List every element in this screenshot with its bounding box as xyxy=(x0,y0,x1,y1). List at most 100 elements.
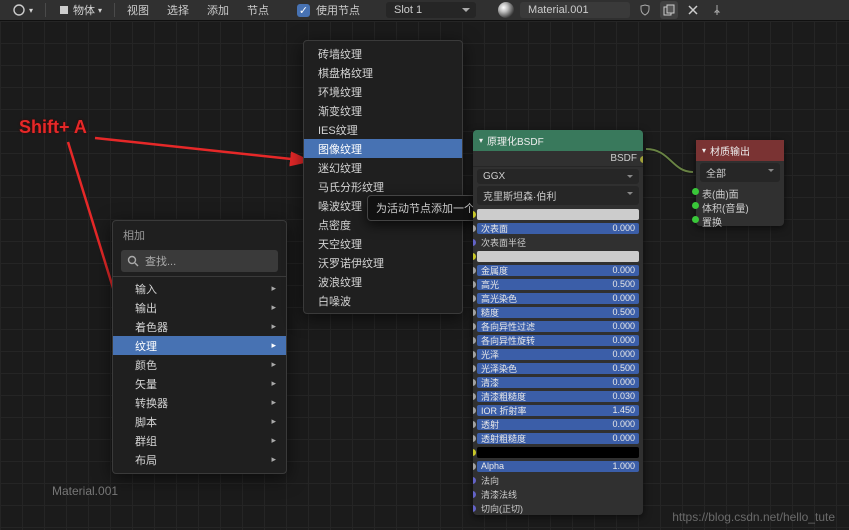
texture-menu-item[interactable]: 砖墙纹理 xyxy=(304,44,462,63)
node-input-row[interactable] xyxy=(473,207,643,221)
texture-menu-item[interactable]: 图像纹理 xyxy=(304,139,462,158)
node-input-row[interactable]: 各向异性旋转0.000 xyxy=(473,333,643,347)
node-input-row[interactable]: 清漆法线 xyxy=(473,487,643,501)
object-mode-dropdown[interactable]: 物体 ▾ xyxy=(52,1,108,19)
texture-menu-item[interactable]: IES纹理 xyxy=(304,120,462,139)
socket-dot[interactable] xyxy=(473,449,476,456)
node-output-socket[interactable]: BSDF xyxy=(473,151,643,167)
add-menu-item[interactable]: 脚本▸ xyxy=(113,412,286,431)
material-name-field[interactable]: Material.001 xyxy=(520,2,630,18)
add-menu-item[interactable]: 布局▸ xyxy=(113,450,286,469)
texture-menu-item[interactable]: 沃罗诺伊纹理 xyxy=(304,253,462,272)
node-input-row[interactable]: 高光0.500 xyxy=(473,277,643,291)
socket-dot[interactable] xyxy=(692,216,699,223)
value-slider[interactable]: 次表面0.000 xyxy=(477,223,639,234)
node-input-row[interactable]: 清漆0.000 xyxy=(473,375,643,389)
fake-user-button[interactable] xyxy=(636,1,654,19)
node-input-row[interactable]: 次表面0.000 xyxy=(473,221,643,235)
output-target-dropdown[interactable]: 全部 xyxy=(700,163,780,182)
socket-dot[interactable] xyxy=(692,188,699,195)
unlink-material-button[interactable] xyxy=(684,1,702,19)
node-input-row[interactable]: 光泽0.000 xyxy=(473,347,643,361)
value-slider[interactable]: 高光0.500 xyxy=(477,279,639,290)
texture-menu-item[interactable]: 迷幻纹理 xyxy=(304,158,462,177)
menu-add[interactable]: 添加 xyxy=(201,1,235,19)
texture-menu-item[interactable]: 白噪波 xyxy=(304,291,462,310)
socket-dot[interactable] xyxy=(473,365,476,372)
socket-dot[interactable] xyxy=(473,281,476,288)
add-menu-item[interactable]: 着色器▸ xyxy=(113,317,286,336)
texture-menu-item[interactable]: 天空纹理 xyxy=(304,234,462,253)
socket-dot[interactable] xyxy=(473,253,476,260)
texture-menu-item[interactable]: 波浪纹理 xyxy=(304,272,462,291)
value-slider[interactable]: 清漆0.000 xyxy=(477,377,639,388)
node-input-row[interactable]: 次表面半径 xyxy=(473,235,643,249)
value-slider[interactable]: IOR 折射率1.450 xyxy=(477,405,639,416)
socket-dot[interactable] xyxy=(473,491,476,498)
menu-select[interactable]: 选择 xyxy=(161,1,195,19)
node-input-row[interactable]: 高光染色0.000 xyxy=(473,291,643,305)
value-slider[interactable]: 高光染色0.000 xyxy=(477,293,639,304)
editor-type-dropdown[interactable]: ▾ xyxy=(6,2,39,18)
texture-menu-item[interactable]: 棋盘格纹理 xyxy=(304,63,462,82)
add-menu-item[interactable]: 颜色▸ xyxy=(113,355,286,374)
node-input-row[interactable]: 各向异性过滤0.000 xyxy=(473,319,643,333)
add-menu-item[interactable]: 输出▸ xyxy=(113,298,286,317)
node-input-row[interactable]: 置换 xyxy=(696,212,784,226)
node-input-row[interactable] xyxy=(473,249,643,263)
socket-dot[interactable] xyxy=(473,295,476,302)
value-slider[interactable]: 各向异性过滤0.000 xyxy=(477,321,639,332)
node-input-row[interactable]: 表(曲)面 xyxy=(696,184,784,198)
material-preview-icon[interactable] xyxy=(498,2,514,18)
socket-dot[interactable] xyxy=(473,379,476,386)
node-material-output[interactable]: ▾ 材质输出 全部 表(曲)面体积(音量)置换 xyxy=(696,140,784,226)
color-swatch[interactable] xyxy=(477,447,639,458)
socket-dot[interactable] xyxy=(473,421,476,428)
node-principled-bsdf[interactable]: ▾ 原理化BSDF BSDF GGX 克里斯坦森·伯利 次表面0.000次表面半… xyxy=(473,130,643,515)
add-menu-item[interactable]: 纹理▸ xyxy=(113,336,286,355)
socket-dot[interactable] xyxy=(473,407,476,414)
socket-dot[interactable] xyxy=(473,477,476,484)
node-input-row[interactable]: 体积(音量) xyxy=(696,198,784,212)
value-slider[interactable]: 光泽染色0.500 xyxy=(477,363,639,374)
socket-dot[interactable] xyxy=(473,505,476,512)
socket-dot[interactable] xyxy=(473,239,476,246)
socket-dot[interactable] xyxy=(473,393,476,400)
menu-node[interactable]: 节点 xyxy=(241,1,275,19)
socket-dot[interactable] xyxy=(473,309,476,316)
socket-dot[interactable] xyxy=(473,463,476,470)
node-input-row[interactable]: 透射粗糙度0.000 xyxy=(473,431,643,445)
socket-dot[interactable] xyxy=(473,211,476,218)
socket-dot[interactable] xyxy=(640,156,643,163)
pin-button[interactable] xyxy=(708,1,726,19)
socket-dot[interactable] xyxy=(473,337,476,344)
value-slider[interactable]: 各向异性旋转0.000 xyxy=(477,335,639,346)
collapse-icon[interactable]: ▾ xyxy=(702,146,706,155)
node-header[interactable]: ▾ 原理化BSDF xyxy=(473,130,643,151)
add-menu-search[interactable]: 查找... xyxy=(121,250,278,272)
node-input-row[interactable]: 金属度0.000 xyxy=(473,263,643,277)
use-nodes-checkbox[interactable]: ✓ xyxy=(297,4,310,17)
node-input-row[interactable]: IOR 折射率1.450 xyxy=(473,403,643,417)
collapse-icon[interactable]: ▾ xyxy=(479,136,483,145)
node-input-row[interactable]: 清漆粗糙度0.030 xyxy=(473,389,643,403)
texture-menu-item[interactable]: 马氏分形纹理 xyxy=(304,177,462,196)
texture-menu-item[interactable]: 渐变纹理 xyxy=(304,101,462,120)
socket-dot[interactable] xyxy=(473,323,476,330)
add-menu-item[interactable]: 矢量▸ xyxy=(113,374,286,393)
value-slider[interactable]: Alpha1.000 xyxy=(477,461,639,472)
node-input-row[interactable] xyxy=(473,445,643,459)
socket-dot[interactable] xyxy=(473,267,476,274)
subsurface-method-dropdown[interactable]: 克里斯坦森·伯利 xyxy=(477,186,639,205)
value-slider[interactable]: 金属度0.000 xyxy=(477,265,639,276)
color-swatch[interactable] xyxy=(477,209,639,220)
add-menu-item[interactable]: 群组▸ xyxy=(113,431,286,450)
texture-menu-item[interactable]: 环境纹理 xyxy=(304,82,462,101)
node-input-row[interactable]: 透射0.000 xyxy=(473,417,643,431)
socket-dot[interactable] xyxy=(692,202,699,209)
color-swatch[interactable] xyxy=(477,251,639,262)
add-menu-item[interactable]: 输入▸ xyxy=(113,279,286,298)
socket-dot[interactable] xyxy=(473,435,476,442)
node-header[interactable]: ▾ 材质输出 xyxy=(696,140,784,161)
material-slot-dropdown[interactable]: Slot 1 xyxy=(386,2,476,18)
